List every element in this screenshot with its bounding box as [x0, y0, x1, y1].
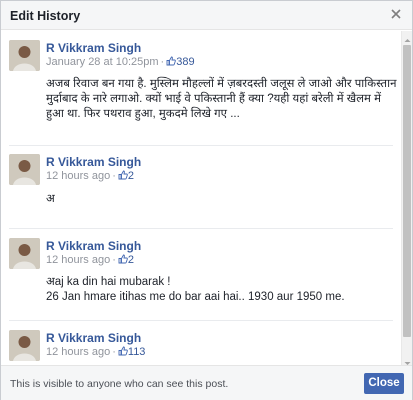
history-entry: R Vikkram Singh 12 hours ago · 2 अaj ka di… — [1, 229, 401, 321]
avatar[interactable] — [9, 40, 40, 71]
history-list: R Vikkram Singh January 28 at 10:25pm · 38… — [1, 31, 401, 365]
author-name[interactable]: R Vikkram Singh — [46, 331, 141, 345]
history-entry: R Vikkram Singh 12 hours ago · 2 अ — [1, 145, 401, 227]
visibility-note: This is visible to anyone who can see th… — [10, 378, 229, 390]
timestamp[interactable]: 12 hours ago — [46, 346, 110, 358]
close-icon[interactable] — [389, 7, 403, 21]
scrollbar-thumb[interactable] — [403, 45, 411, 337]
timestamp[interactable]: 12 hours ago — [46, 170, 110, 182]
avatar[interactable] — [9, 238, 40, 269]
dialog-title: Edit History — [10, 9, 81, 23]
history-entry: R Vikkram Singh January 28 at 10:25pm · 38… — [1, 31, 401, 153]
scrollbar[interactable] — [401, 31, 412, 365]
reaction-count[interactable]: 113 — [128, 346, 146, 358]
post-meta: January 28 at 10:25pm · 389 — [46, 56, 195, 68]
history-entry: R Vikkram Singh 12 hours ago · 113 — [1, 321, 401, 365]
timestamp[interactable]: January 28 at 10:25pm — [46, 56, 159, 68]
scroll-up-icon[interactable] — [404, 33, 411, 42]
post-text: अजब रिवाज बन गया है. मुस्लिम मौहल्लों मे… — [46, 78, 397, 120]
reaction-count[interactable]: 2 — [128, 254, 134, 266]
author-name[interactable]: R Vikkram Singh — [46, 41, 141, 55]
close-button[interactable]: Close — [364, 373, 404, 394]
avatar[interactable] — [9, 330, 40, 361]
reaction-count[interactable]: 2 — [128, 170, 134, 182]
author-name[interactable]: R Vikkram Singh — [46, 239, 141, 253]
reaction-count[interactable]: 389 — [176, 56, 194, 68]
thumbs-up-icon — [118, 170, 128, 180]
dialog-header: Edit History — [1, 1, 412, 30]
edit-history-dialog: Edit History R Vikkram Singh January 28 … — [0, 0, 413, 400]
thumbs-up-icon — [118, 346, 128, 356]
avatar[interactable] — [9, 154, 40, 185]
post-meta: 12 hours ago · 2 — [46, 170, 135, 182]
post-meta: 12 hours ago · 2 — [46, 254, 135, 266]
thumbs-up-icon — [166, 56, 177, 66]
timestamp[interactable]: 12 hours ago — [46, 254, 110, 266]
dialog-footer: This is visible to anyone who can see th… — [1, 365, 412, 400]
scroll-down-icon[interactable] — [404, 356, 411, 365]
post-text: अ — [46, 193, 55, 205]
post-meta: 12 hours ago · 113 — [46, 346, 146, 358]
post-text-line: अaj ka din hai mubarak ! — [46, 276, 171, 288]
thumbs-up-icon — [118, 254, 128, 264]
author-name[interactable]: R Vikkram Singh — [46, 155, 141, 169]
post-text-line: 26 Jan hmare itihas me do bar aai hai.. … — [46, 291, 345, 303]
